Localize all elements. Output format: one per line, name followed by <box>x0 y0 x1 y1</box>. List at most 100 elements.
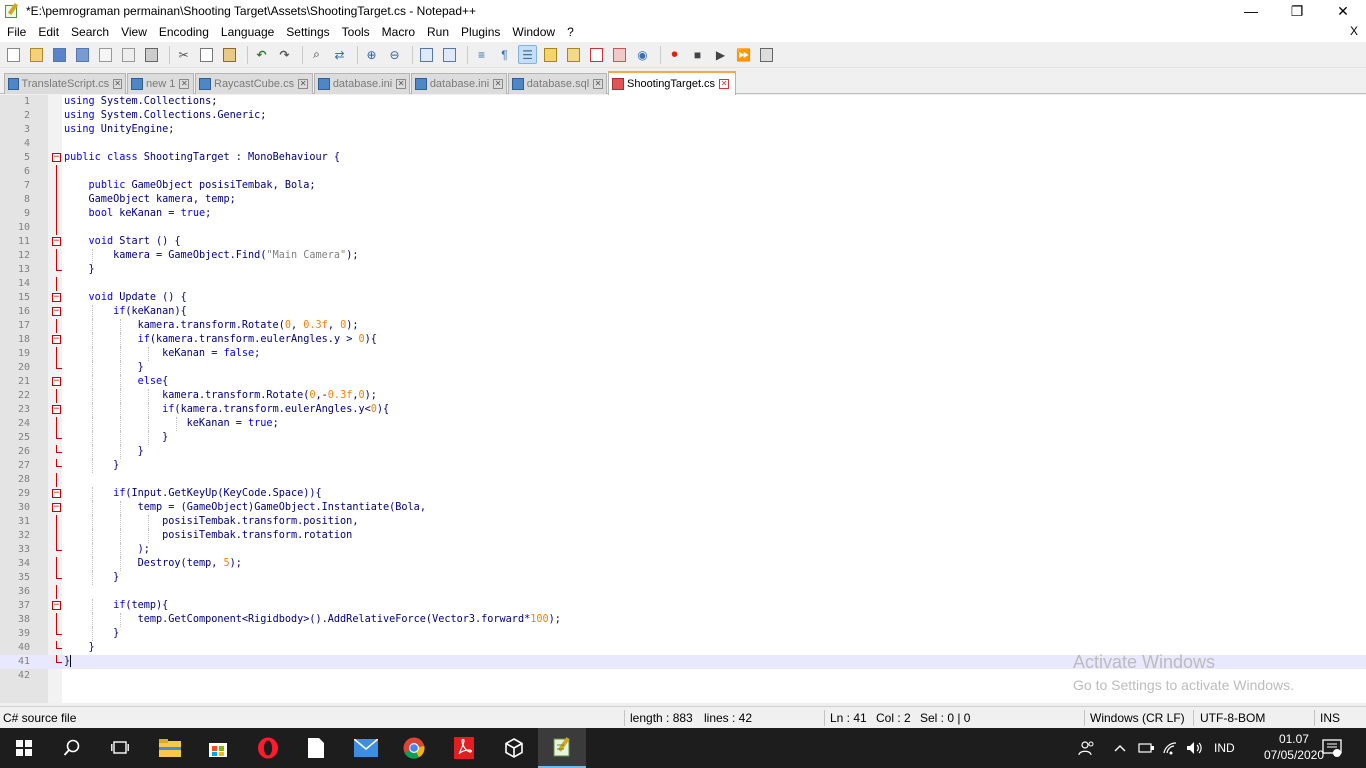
save-macro-icon[interactable] <box>757 45 776 64</box>
task-view-icon[interactable] <box>96 728 144 768</box>
tab-database-ini-1[interactable]: database.ini ✕ <box>314 73 410 94</box>
zoom-out-icon[interactable]: ⊖ <box>385 45 404 64</box>
fold-toggle-icon[interactable]: − <box>52 601 61 610</box>
zoom-in-icon[interactable]: ⊕ <box>362 45 381 64</box>
play-macro-icon[interactable]: ▶ <box>711 45 730 64</box>
code-line[interactable]: 8 GameObject kamera, temp; <box>0 193 1366 207</box>
status-eol[interactable]: Windows (CR LF) <box>1090 711 1185 725</box>
close-tab-icon[interactable]: ✕ <box>593 79 603 89</box>
menu-plugins[interactable]: Plugins <box>455 22 506 42</box>
close-tab-icon[interactable]: ✕ <box>298 79 309 89</box>
people-icon[interactable] <box>1078 728 1096 768</box>
monitoring-icon[interactable]: ◉ <box>633 45 652 64</box>
code-line[interactable]: 15 − void Update () { <box>0 291 1366 305</box>
menu-file[interactable]: File <box>0 22 32 42</box>
wifi-icon[interactable] <box>1162 728 1180 768</box>
code-line[interactable]: 13 } <box>0 263 1366 277</box>
input-language[interactable]: IND <box>1214 728 1235 768</box>
menu-tools[interactable]: Tools <box>336 22 376 42</box>
redo-icon[interactable]: ↷ <box>275 45 294 64</box>
file-explorer-icon[interactable] <box>146 728 194 768</box>
folder-as-workspace-icon[interactable] <box>610 45 629 64</box>
cut-icon[interactable]: ✂ <box>174 45 193 64</box>
print-icon[interactable] <box>142 45 161 64</box>
code-line[interactable]: 28 <box>0 473 1366 487</box>
fold-toggle-icon[interactable]: − <box>52 153 61 162</box>
fold-toggle-icon[interactable]: − <box>52 503 61 512</box>
code-line[interactable]: 1 using System.Collections; <box>0 95 1366 109</box>
tab-new-1[interactable]: new 1 ✕ <box>127 73 194 94</box>
menu-window[interactable]: Window <box>506 22 561 42</box>
code-line[interactable]: 39 } <box>0 627 1366 641</box>
fold-toggle-icon[interactable]: − <box>52 405 61 414</box>
fold-toggle-icon[interactable]: − <box>52 335 61 344</box>
doc-map-icon[interactable] <box>564 45 583 64</box>
opera-icon[interactable] <box>244 728 292 768</box>
stop-macro-icon[interactable]: ■ <box>688 45 707 64</box>
volume-icon[interactable] <box>1186 728 1204 768</box>
code-line[interactable]: 36 <box>0 585 1366 599</box>
menu-view[interactable]: View <box>115 22 153 42</box>
menu-macro[interactable]: Macro <box>376 22 421 42</box>
code-line[interactable]: 7 public GameObject posisiTembak, Bola; <box>0 179 1366 193</box>
code-line[interactable]: 38 temp.GetComponent<Rigidbody>().AddRel… <box>0 613 1366 627</box>
menu-help[interactable]: ? <box>561 22 580 42</box>
replace-icon[interactable]: ⇄ <box>330 45 349 64</box>
code-line[interactable]: 4 <box>0 137 1366 151</box>
fold-toggle-icon[interactable]: − <box>52 307 61 316</box>
code-line[interactable]: 26 } <box>0 445 1366 459</box>
close-tab-icon[interactable]: ✕ <box>493 79 503 89</box>
close-document-button[interactable]: X <box>1350 24 1358 38</box>
menu-settings[interactable]: Settings <box>280 22 335 42</box>
fold-toggle-icon[interactable]: − <box>52 377 61 386</box>
tab-shootingtarget[interactable]: ShootingTarget.cs ✕ <box>608 71 736 95</box>
code-line[interactable]: 14 <box>0 277 1366 291</box>
code-line[interactable]: 9 bool keKanan = true; <box>0 207 1366 221</box>
unity-icon[interactable] <box>490 728 538 768</box>
menu-language[interactable]: Language <box>215 22 280 42</box>
code-line[interactable]: 12 kamera = GameObject.Find("Main Camera… <box>0 249 1366 263</box>
fold-toggle-icon[interactable]: − <box>52 293 61 302</box>
code-line[interactable]: 33 ); <box>0 543 1366 557</box>
close-all-icon[interactable] <box>119 45 138 64</box>
code-line[interactable]: 32 posisiTembak.transform.rotation <box>0 529 1366 543</box>
status-insert-mode[interactable]: INS <box>1320 711 1340 725</box>
undo-icon[interactable]: ↶ <box>252 45 271 64</box>
code-text-area[interactable]: 1 using System.Collections; 2 using System.… <box>0 95 1366 683</box>
tab-database-ini-2[interactable]: database.ini ✕ <box>411 73 507 94</box>
store-icon[interactable] <box>194 728 242 768</box>
taskbar-clock[interactable]: 01.07 07/05/2020 <box>1264 731 1324 763</box>
mail-icon[interactable] <box>342 728 390 768</box>
open-file-icon[interactable] <box>27 45 46 64</box>
sync-horizontal-icon[interactable] <box>440 45 459 64</box>
code-line[interactable]: 2 using System.Collections.Generic; <box>0 109 1366 123</box>
status-encoding[interactable]: UTF-8-BOM <box>1200 711 1265 725</box>
show-all-characters-icon[interactable]: ¶ <box>495 45 514 64</box>
pdf-reader-icon[interactable] <box>440 728 488 768</box>
code-line[interactable]: 16 − if(keKanan){ <box>0 305 1366 319</box>
code-line[interactable]: 23 − if(kamera.transform.eulerAngles.y<0)… <box>0 403 1366 417</box>
save-icon[interactable] <box>50 45 69 64</box>
fold-toggle-icon[interactable]: − <box>52 237 61 246</box>
code-line[interactable]: 19 keKanan = false; <box>0 347 1366 361</box>
close-file-icon[interactable] <box>96 45 115 64</box>
notification-icon[interactable] <box>1322 728 1342 768</box>
code-line[interactable]: 22 kamera.transform.Rotate(0,-0.3f,0); <box>0 389 1366 403</box>
code-line[interactable]: 18 − if(kamera.transform.eulerAngles.y > … <box>0 333 1366 347</box>
close-button[interactable]: ✕ <box>1320 0 1366 22</box>
paste-icon[interactable] <box>220 45 239 64</box>
menu-search[interactable]: Search <box>65 22 115 42</box>
minimize-button[interactable]: — <box>1228 0 1274 22</box>
search-icon[interactable] <box>48 728 96 768</box>
sync-vertical-icon[interactable] <box>417 45 436 64</box>
tab-translatescript[interactable]: TranslateScript.cs ✕ <box>4 73 126 94</box>
code-line[interactable]: 5 − public class ShootingTarget : MonoBeha… <box>0 151 1366 165</box>
power-icon[interactable] <box>1138 728 1156 768</box>
word-wrap-icon[interactable]: ≡ <box>472 45 491 64</box>
chrome-icon[interactable] <box>390 728 438 768</box>
show-hidden-icons-icon[interactable] <box>1114 728 1126 768</box>
code-line[interactable]: 35 } <box>0 571 1366 585</box>
close-tab-icon[interactable]: ✕ <box>396 79 406 89</box>
code-line[interactable]: 30 − temp = (GameObject)GameObject.Instan… <box>0 501 1366 515</box>
close-tab-icon[interactable]: ✕ <box>719 79 730 89</box>
